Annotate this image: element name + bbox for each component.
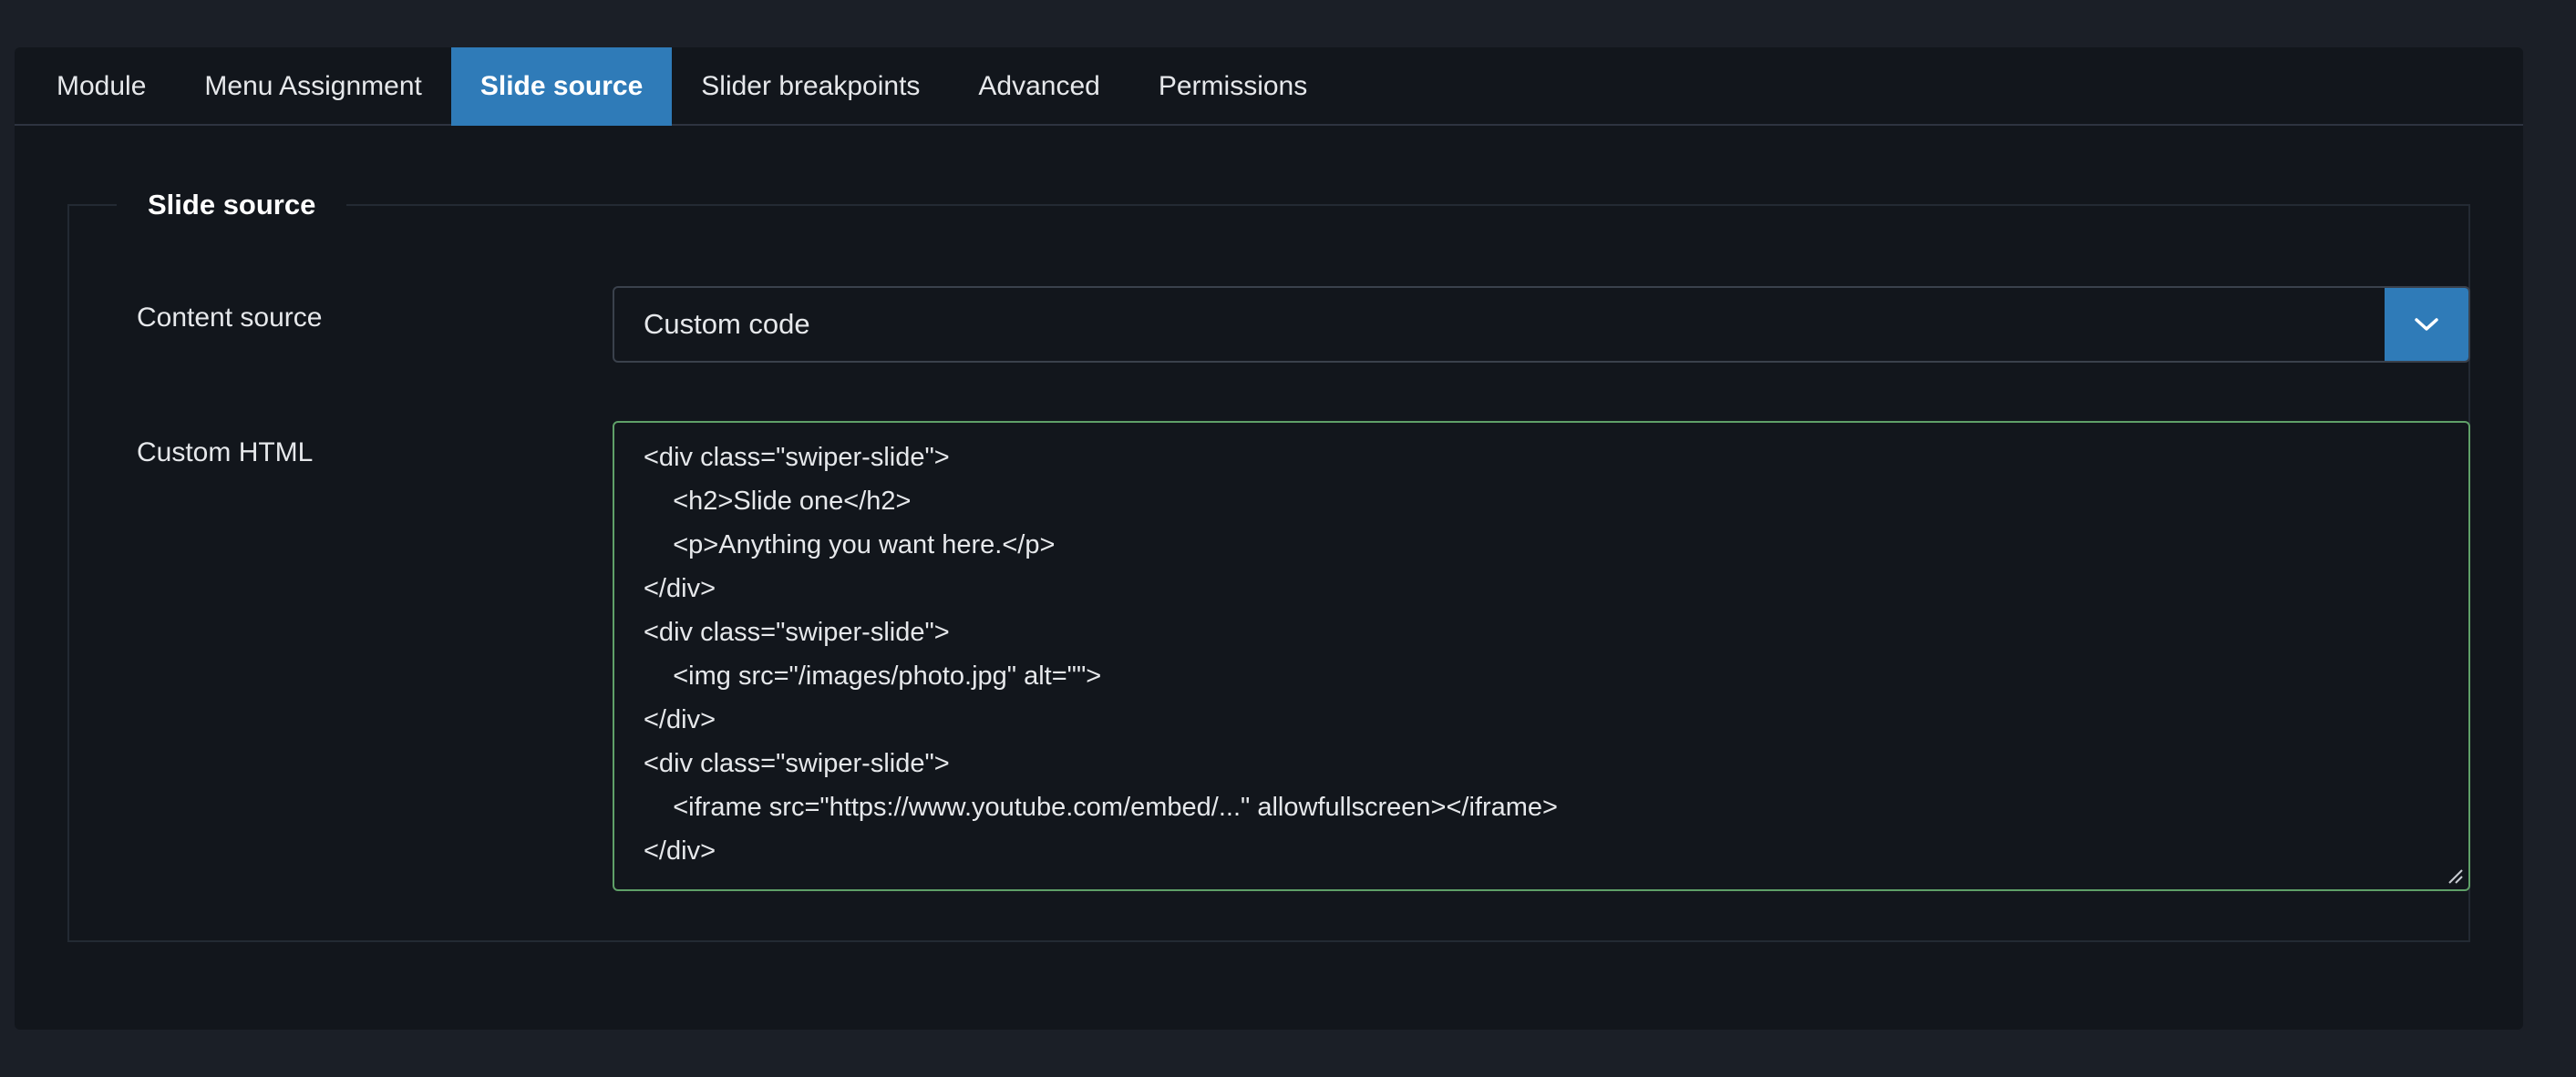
tab-advanced[interactable]: Advanced: [949, 47, 1128, 126]
fieldset-legend: Slide source: [117, 184, 347, 226]
tab-slider-breakpoints[interactable]: Slider breakpoints: [672, 47, 949, 126]
custom-html-textarea[interactable]: <div class="swiper-slide"> <h2>Slide one…: [613, 421, 2470, 891]
code-line: <iframe src="https://www.youtube.com/emb…: [644, 793, 1558, 822]
tab-menu-assignment[interactable]: Menu Assignment: [175, 47, 450, 126]
select-toggle-button[interactable]: [2385, 288, 2468, 361]
tab-permissions[interactable]: Permissions: [1129, 47, 1336, 126]
code-line: <h2>Slide one</h2>: [644, 487, 912, 516]
code-line: <div class="swiper-slide">: [644, 443, 950, 472]
content-source-value: Custom code: [644, 308, 810, 340]
content-source-select[interactable]: Custom code: [613, 286, 2470, 363]
chevron-down-icon: [2415, 318, 2438, 331]
tab-slide-source[interactable]: Slide source: [450, 47, 673, 126]
code-line: <div class="swiper-slide">: [644, 749, 950, 778]
slide-source-fieldset: Slide source Content source Custom code …: [67, 184, 2470, 942]
content-source-label: Content source: [137, 303, 323, 333]
code-line: <p>Anything you want here.</p>: [644, 530, 1056, 559]
code-line: </div>: [644, 836, 716, 866]
code-line: <div class="swiper-slide">: [644, 618, 950, 647]
code-line: </div>: [644, 705, 716, 734]
resize-handle-icon[interactable]: [2447, 867, 2463, 884]
tab-bar: Module Menu Assignment Slide source Slid…: [15, 47, 2523, 126]
code-line: <img src="/images/photo.jpg" alt="">: [644, 662, 1102, 691]
module-editor-card: Module Menu Assignment Slide source Slid…: [15, 47, 2523, 1030]
code-line: </div>: [644, 574, 716, 603]
custom-html-label: Custom HTML: [137, 437, 314, 467]
tab-module[interactable]: Module: [27, 47, 175, 126]
